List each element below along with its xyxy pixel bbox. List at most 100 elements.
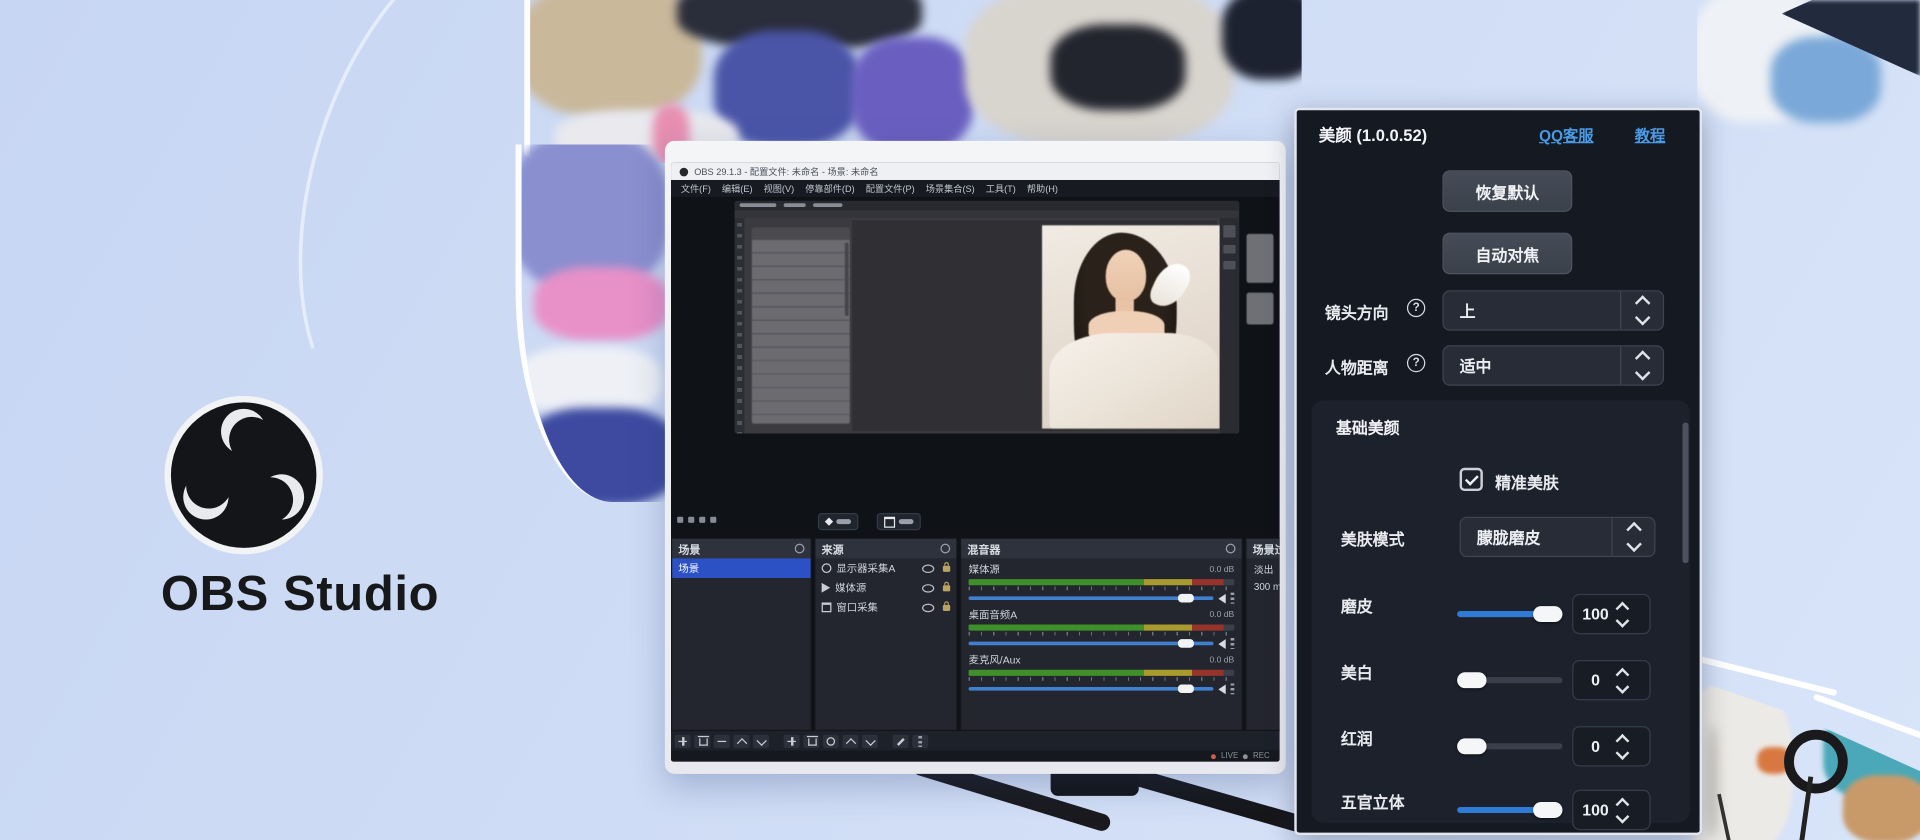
channel-menu-icon[interactable] (1231, 638, 1235, 649)
lock-icon[interactable] (943, 604, 950, 610)
help-icon[interactable]: ? (1407, 299, 1425, 317)
advanced-audio-button[interactable] (912, 734, 928, 747)
face-definition-slider[interactable] (1457, 807, 1562, 813)
display-capture-icon (822, 563, 832, 573)
visibility-eye-icon[interactable] (922, 583, 934, 592)
skin-mode-select[interactable]: 朦胧磨皮 (1460, 517, 1656, 557)
menu-tools[interactable]: 工具(T) (986, 182, 1016, 195)
gear-icon[interactable] (1226, 544, 1236, 554)
portrait-face (1106, 250, 1146, 301)
source-properties-button[interactable] (823, 734, 839, 747)
help-icon[interactable]: ? (1407, 354, 1425, 372)
camera-direction-select[interactable]: 上 (1442, 290, 1664, 330)
visibility-eye-icon[interactable] (922, 603, 934, 612)
remove-source-button[interactable] (803, 734, 819, 747)
spinner-icon[interactable] (1620, 291, 1663, 329)
subject-distance-select[interactable]: 适中 (1442, 345, 1664, 385)
restore-defaults-button[interactable]: 恢复默认 (1442, 170, 1572, 212)
volume-slider[interactable] (969, 687, 1214, 691)
channel-menu-icon[interactable] (1231, 683, 1235, 694)
transitions-dock-header[interactable]: 场景过渡 (1247, 539, 1280, 559)
menu-file[interactable]: 文件(F) (681, 182, 711, 195)
gear-icon[interactable] (795, 544, 805, 554)
precise-skin-checkbox[interactable] (1460, 468, 1483, 491)
channel-menu-icon[interactable] (1231, 593, 1235, 604)
slider-knob[interactable] (1533, 606, 1562, 622)
monitor-screen: OBS 29.1.3 - 配置文件: 未命名 - 场景: 未命名 文件(F) 编… (671, 163, 1280, 762)
menu-view[interactable]: 视图(V) (764, 182, 795, 195)
spinner-icon[interactable] (1611, 518, 1654, 556)
basic-beauty-title: 基础美颜 (1336, 415, 1400, 438)
rosy-slider[interactable] (1457, 743, 1562, 749)
speaker-icon[interactable] (1218, 593, 1225, 603)
lock-icon[interactable] (943, 585, 950, 591)
menu-docks[interactable]: 停靠部件(D) (805, 182, 854, 195)
meter-ticks (969, 587, 1235, 591)
scenes-dock-header[interactable]: 场景 (672, 539, 810, 559)
subject-distance-label: 人物距离 (1325, 355, 1389, 378)
mixer-dock: 混音器 媒体源 0.0 dB (960, 538, 1243, 731)
lock-icon[interactable] (943, 565, 950, 571)
page-background: OBS Studio OBS 29.1.3 - 配置文件: 未命名 - 场景: … (0, 0, 1920, 840)
beauty-plugin-panel: 美颜 (1.0.0.52) QQ客服 教程 恢复默认 自动对焦 镜头方向 ? 上… (1294, 108, 1702, 835)
ps-canvas (852, 220, 1217, 431)
ps-titlebar (735, 201, 1239, 211)
smoothing-value-stepper[interactable]: 100 (1572, 594, 1650, 634)
visibility-eye-icon[interactable] (922, 564, 934, 573)
obs-logo (163, 394, 325, 556)
qq-support-link[interactable]: QQ客服 (1539, 122, 1593, 145)
slider-knob[interactable] (1533, 802, 1562, 818)
scene-up-button[interactable] (733, 734, 749, 747)
tutorial-link[interactable]: 教程 (1635, 122, 1666, 145)
channel-db: 0.0 dB (1209, 656, 1234, 665)
volume-meter (969, 624, 1235, 630)
mixer-channel: 麦克风/Aux 0.0 dB (961, 649, 1241, 694)
speaker-icon[interactable] (1218, 639, 1225, 649)
slider-knob[interactable] (1457, 738, 1486, 754)
source-list-item[interactable]: 窗口采集 (816, 598, 957, 618)
volume-slider[interactable] (969, 596, 1214, 600)
mixer-filters-button[interactable] (893, 734, 909, 747)
menu-scene-collection[interactable]: 场景集合(S) (926, 182, 975, 195)
autofocus-button[interactable]: 自动对焦 (1442, 233, 1572, 275)
transition-type[interactable]: 淡出 (1247, 558, 1280, 576)
rosy-value-stepper[interactable]: 0 (1572, 726, 1650, 766)
panel-scrollbar[interactable] (1682, 422, 1688, 563)
scene-filters-button[interactable] (714, 734, 730, 747)
rec-label: REC (1253, 752, 1270, 761)
source-list-item[interactable]: 媒体源 (816, 578, 957, 598)
transition-duration[interactable]: 300 ms (1247, 577, 1280, 593)
gear-icon[interactable] (940, 544, 950, 554)
source-down-button[interactable] (862, 734, 878, 747)
source-up-button[interactable] (842, 734, 858, 747)
obs-menubar: 文件(F) 编辑(E) 视图(V) 停靠部件(D) 配置文件(P) 场景集合(S… (671, 180, 1280, 197)
menu-profile[interactable]: 配置文件(P) (866, 182, 915, 195)
scene-down-button[interactable] (753, 734, 769, 747)
beauty-panel-title: 美颜 (1.0.0.52) (1319, 121, 1427, 145)
whitening-value-stepper[interactable]: 0 (1572, 660, 1650, 700)
mixer-dock-header[interactable]: 混音器 (961, 539, 1241, 559)
spinner-icon[interactable] (1620, 347, 1663, 385)
add-source-button[interactable] (784, 734, 800, 747)
transitions-dock: 场景过渡 淡出 300 ms (1245, 538, 1279, 731)
volume-slider[interactable] (969, 642, 1214, 646)
face-definition-value-stepper[interactable]: 100 (1572, 790, 1650, 830)
sources-dock-header[interactable]: 来源 (816, 539, 957, 559)
slider-knob[interactable] (1457, 672, 1486, 688)
obs-titlebar: OBS 29.1.3 - 配置文件: 未命名 - 场景: 未命名 (671, 163, 1280, 180)
channel-name: 媒体源 (969, 562, 1000, 577)
menu-edit[interactable]: 编辑(E) (722, 182, 753, 195)
brand-title: OBS Studio (49, 567, 551, 622)
docks-toolbar (671, 731, 1280, 751)
whitening-slider[interactable] (1457, 677, 1562, 683)
source-list-item[interactable]: 显示器采集A (816, 558, 957, 578)
obs-preview-area (671, 197, 1280, 537)
menu-help[interactable]: 帮助(H) (1027, 182, 1058, 195)
smoothing-slider[interactable] (1457, 611, 1562, 617)
preview-layout-tab-1[interactable] (818, 513, 858, 530)
speaker-icon[interactable] (1218, 684, 1225, 694)
scene-list-item[interactable]: 场景 (672, 558, 810, 578)
add-scene-button[interactable] (675, 734, 691, 747)
remove-scene-button[interactable] (694, 734, 710, 747)
preview-layout-tab-2[interactable] (877, 513, 921, 530)
